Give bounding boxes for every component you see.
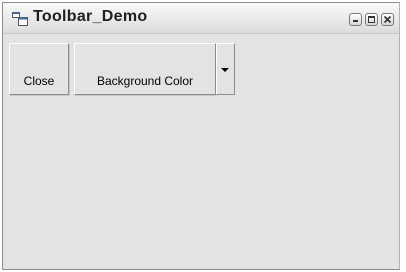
close-window-button[interactable] xyxy=(381,13,394,26)
app-window: Toolbar_Demo Close Background Color xyxy=(2,2,400,270)
maximize-button[interactable] xyxy=(365,13,378,26)
form-window-icon[interactable] xyxy=(12,12,28,26)
minimize-button[interactable] xyxy=(349,13,362,26)
client-area xyxy=(3,34,399,269)
title-bar[interactable]: Toolbar_Demo xyxy=(3,3,399,34)
close-icon xyxy=(383,15,392,24)
window-title: Toolbar_Demo xyxy=(33,8,148,25)
minimize-icon xyxy=(353,20,358,22)
maximize-icon xyxy=(368,16,375,23)
